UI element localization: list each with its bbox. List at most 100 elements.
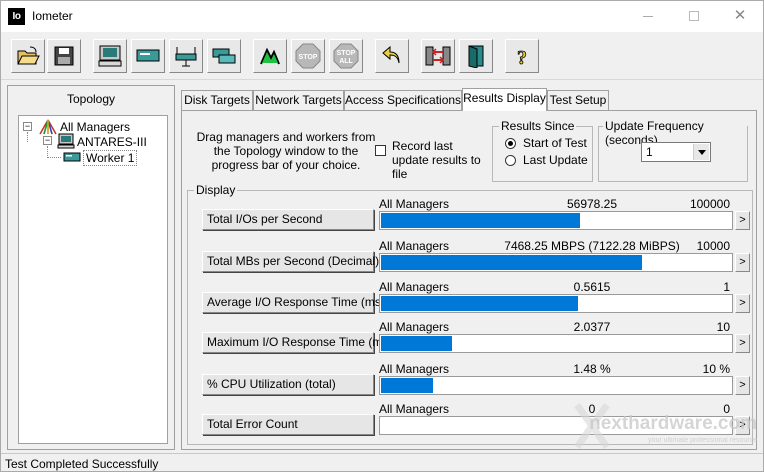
svg-text:ALL: ALL bbox=[339, 58, 353, 65]
metric-expand-button[interactable]: > bbox=[735, 253, 750, 272]
display-title: Display bbox=[194, 183, 238, 197]
metric-expand-button[interactable]: > bbox=[735, 376, 750, 395]
metric-progress-fill bbox=[381, 336, 452, 351]
last-update-label: Last Update bbox=[523, 153, 588, 167]
title-bar[interactable]: Io Iometer ✕ bbox=[1, 1, 763, 32]
chevron-down-icon bbox=[693, 144, 709, 160]
metric-progress-bar bbox=[379, 376, 733, 395]
stop-all-button[interactable]: STOP ALL bbox=[329, 39, 363, 73]
metric-target-label: All Managers bbox=[379, 280, 450, 294]
metric-select-button[interactable]: Average I/O Response Time (ms) bbox=[202, 292, 385, 313]
metric-progress-fill bbox=[381, 296, 578, 311]
tab-results-display[interactable]: Results Display bbox=[462, 88, 547, 111]
update-frequency-group: Update Frequency (seconds) 1 bbox=[598, 119, 748, 182]
tab-network-targets[interactable]: Network Targets bbox=[253, 90, 344, 110]
metric-progress-bar bbox=[379, 211, 733, 230]
worker-icon bbox=[212, 48, 236, 64]
metric-max: 10 % bbox=[702, 362, 730, 376]
topology-tree[interactable]: − All Managers − ANTARES-III Worker 1 bbox=[18, 115, 168, 444]
svg-text:STOP: STOP bbox=[337, 50, 356, 57]
open-config-icon bbox=[17, 46, 40, 65]
results-since-title: Results Since bbox=[499, 119, 577, 133]
tab-access-specifications[interactable]: Access Specifications bbox=[344, 90, 462, 110]
stop-button[interactable]: STOP bbox=[291, 39, 325, 73]
open-config-button[interactable] bbox=[11, 39, 45, 73]
svg-text:?: ? bbox=[517, 47, 527, 68]
tree-node-antares-iii[interactable]: ANTARES-III bbox=[77, 135, 147, 149]
metric-expand-button[interactable]: > bbox=[735, 334, 750, 353]
tree-node-worker-1[interactable]: Worker 1 bbox=[83, 150, 138, 166]
update-frequency-value: 1 bbox=[646, 145, 653, 159]
minimize-icon bbox=[643, 16, 653, 17]
new-disk-worker-icon bbox=[98, 45, 122, 67]
save-config-icon bbox=[54, 46, 74, 66]
record-results-label: Record last update results to file bbox=[392, 139, 481, 181]
metric-progress-fill bbox=[381, 255, 642, 270]
metric-select-button[interactable]: Total MBs per Second (Decimal) bbox=[202, 251, 379, 272]
expand-antares-toggle[interactable]: − bbox=[43, 136, 52, 145]
tree-connector bbox=[27, 132, 28, 142]
disconnect-icon bbox=[425, 46, 451, 66]
save-config-button[interactable] bbox=[47, 39, 81, 73]
duplicate-worker-icon bbox=[175, 47, 197, 67]
last-update-radio[interactable] bbox=[505, 155, 516, 166]
metric-select-button[interactable]: % CPU Utilization (total) bbox=[202, 374, 374, 395]
toolbar: STOP STOP ALL ? bbox=[1, 32, 763, 80]
start-tests-button[interactable] bbox=[253, 39, 287, 73]
stop-all-icon: STOPALL bbox=[333, 43, 359, 69]
metric-max: 10 bbox=[716, 320, 730, 334]
start-of-test-radio[interactable] bbox=[505, 138, 516, 149]
metric-target-label: All Managers bbox=[379, 239, 450, 253]
metric-target-label: All Managers bbox=[379, 402, 450, 416]
tree-connector bbox=[47, 157, 61, 158]
new-disk-worker-button[interactable] bbox=[93, 39, 127, 73]
tab-test-setup[interactable]: Test Setup bbox=[547, 90, 609, 110]
worker-button[interactable] bbox=[207, 39, 241, 73]
metric-progress-bar bbox=[379, 294, 733, 313]
metric-progress-bar bbox=[379, 334, 733, 353]
tree-node-all-managers[interactable]: All Managers bbox=[60, 120, 130, 134]
iometer-app-icon: Io bbox=[8, 8, 25, 25]
results-since-group: Results Since Start of Test Last Update bbox=[492, 119, 593, 182]
window-title: Iometer bbox=[32, 9, 73, 23]
help-button[interactable]: ? bbox=[505, 39, 539, 73]
drag-hint-text: Drag managers and workers from the Topol… bbox=[196, 130, 376, 172]
expand-all-managers-toggle[interactable]: − bbox=[23, 122, 32, 131]
new-network-worker-icon bbox=[136, 49, 160, 62]
duplicate-worker-button[interactable] bbox=[169, 39, 203, 73]
metric-expand-button[interactable]: > bbox=[735, 211, 750, 230]
metric-progress-bar bbox=[379, 416, 733, 435]
maximize-icon bbox=[689, 11, 699, 21]
record-results-checkbox[interactable] bbox=[375, 145, 386, 156]
metric-expand-button[interactable]: > bbox=[735, 416, 750, 435]
metric-expand-button[interactable]: > bbox=[735, 294, 750, 313]
results-display-panel: Drag managers and workers from the Topol… bbox=[181, 110, 757, 450]
metric-select-button[interactable]: Total Error Count bbox=[202, 414, 374, 435]
metric-target-label: All Managers bbox=[379, 197, 450, 211]
close-icon: ✕ bbox=[733, 7, 747, 24]
update-frequency-select[interactable]: 1 bbox=[641, 142, 711, 162]
close-button[interactable]: ✕ bbox=[717, 1, 763, 31]
svg-text:STOP: STOP bbox=[299, 54, 318, 61]
metric-select-button[interactable]: Total I/Os per Second bbox=[202, 209, 374, 230]
reset-workers-button[interactable] bbox=[375, 39, 409, 73]
new-network-worker-button[interactable] bbox=[131, 39, 165, 73]
metric-progress-fill bbox=[381, 378, 433, 393]
worker-disk-icon bbox=[63, 152, 81, 162]
exit-icon bbox=[468, 45, 484, 68]
metric-max: 10000 bbox=[696, 239, 730, 253]
help-icon: ? bbox=[517, 47, 528, 68]
metric-select-button[interactable]: Maximum I/O Response Time (ms) bbox=[202, 332, 392, 353]
disconnect-button[interactable] bbox=[421, 39, 455, 73]
topology-panel: Topology − All Managers − ANTARES-III Wo… bbox=[7, 85, 175, 450]
exit-button[interactable] bbox=[459, 39, 493, 73]
metric-progress-fill bbox=[381, 213, 580, 228]
metric-target-label: All Managers bbox=[379, 362, 450, 376]
status-text: Test Completed Successfully bbox=[5, 457, 159, 471]
maximize-button[interactable] bbox=[671, 1, 717, 31]
metric-max: 100000 bbox=[689, 197, 730, 211]
tab-disk-targets[interactable]: Disk Targets bbox=[181, 90, 253, 110]
metric-target-label: All Managers bbox=[379, 320, 450, 334]
reset-workers-icon bbox=[382, 45, 400, 64]
minimize-button[interactable] bbox=[625, 1, 671, 31]
